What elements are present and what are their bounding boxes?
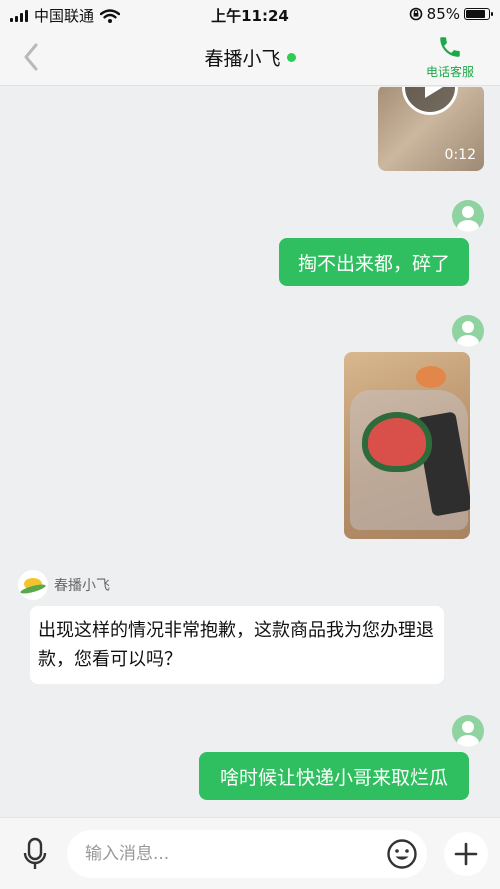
battery-percent: 85% — [426, 5, 460, 23]
agent-avatar[interactable] — [18, 570, 48, 600]
more-actions-button[interactable] — [444, 832, 488, 876]
message-list[interactable]: 0:12 掏不出来都，碎了 春播小飞 出现这样的情况非常抱歉，这款商品我为您办理… — [0, 87, 500, 817]
message-text: 掏不出来都，碎了 — [297, 252, 450, 275]
plus-icon — [454, 842, 478, 866]
play-icon — [402, 87, 458, 115]
video-message[interactable]: 0:12 — [378, 87, 484, 171]
online-status-dot — [286, 53, 296, 62]
phone-icon — [440, 37, 460, 57]
status-bar: 中国联通 上午11:24 85% — [0, 0, 500, 30]
image-message[interactable] — [344, 352, 470, 539]
chat-title: 春播小飞 — [204, 48, 281, 70]
agent-name: 春播小飞 — [54, 578, 110, 594]
user-avatar[interactable] — [452, 200, 484, 232]
user-avatar[interactable] — [452, 315, 484, 347]
input-bar — [0, 817, 500, 889]
message-text: 啥时候让快递小哥来取烂瓜 — [219, 766, 448, 789]
message-bubble-incoming[interactable]: 出现这样的情况非常抱歉，这款商品我为您办理退款，您看可以吗？ — [30, 606, 444, 684]
chat-header: 春播小飞 电话客服 — [0, 30, 500, 86]
battery-icon — [464, 8, 493, 20]
emoji-icon[interactable] — [386, 838, 418, 870]
video-duration: 0:12 — [444, 147, 476, 163]
rotation-lock-icon — [409, 7, 422, 21]
voice-button[interactable] — [13, 834, 57, 874]
message-bubble-outgoing[interactable]: 掏不出来都，碎了 — [279, 238, 469, 286]
phone-support-label: 电话客服 — [425, 65, 474, 79]
microphone-icon — [23, 837, 47, 869]
message-bubble-outgoing[interactable]: 啥时候让快递小哥来取烂瓜 — [199, 752, 469, 800]
message-input[interactable] — [67, 830, 427, 878]
agent-sender-row: 春播小飞 — [18, 570, 110, 600]
user-avatar[interactable] — [452, 715, 484, 747]
message-text: 出现这样的情况非常抱歉，这款商品我为您办理退款，您看可以吗？ — [38, 620, 434, 670]
phone-support-button[interactable]: 电话客服 — [422, 32, 478, 80]
